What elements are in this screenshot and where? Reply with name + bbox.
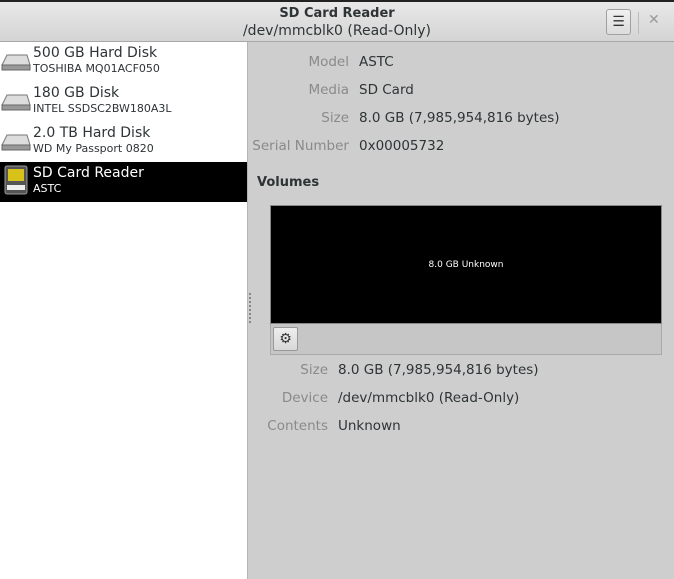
sd-card-icon: [4, 165, 28, 195]
volume-options-button[interactable]: ⚙: [273, 327, 298, 351]
separator: [638, 12, 639, 34]
drive-model: ASTC: [33, 182, 62, 195]
drive-item-sd-card[interactable]: SD Card Reader ASTC: [0, 162, 247, 202]
window-subtitle: /dev/mmcblk0 (Read-Only): [242, 23, 432, 39]
volume-size-label: Size: [300, 362, 328, 378]
contents-label: Contents: [267, 418, 328, 434]
serial-label: Serial Number: [252, 138, 349, 154]
title-bar: SD Card Reader /dev/mmcblk0 (Read-Only) …: [0, 0, 674, 42]
hard-disk-icon: [1, 94, 31, 111]
drive-model: TOSHIBA MQ01ACF050: [33, 62, 160, 75]
drive-name: 500 GB Hard Disk: [33, 45, 158, 61]
drive-model: INTEL SSDSC2BW180A3L: [33, 102, 172, 115]
drive-item-2tb[interactable]: 2.0 TB Hard Disk WD My Passport 0820: [0, 122, 247, 162]
volume-toolbar: ⚙: [270, 324, 662, 355]
drive-name: 180 GB Disk: [33, 85, 120, 101]
hard-disk-icon: [1, 54, 31, 71]
volumes-heading: Volumes: [257, 175, 320, 190]
volume-block-label: 8.0 GB Unknown: [428, 259, 504, 270]
size-label: Size: [321, 110, 349, 126]
device-value: /dev/mmcblk0 (Read-Only): [338, 390, 520, 406]
drive-model: WD My Passport 0820: [33, 142, 154, 155]
size-value: 8.0 GB (7,985,954,816 bytes): [359, 110, 560, 126]
drive-name: 2.0 TB Hard Disk: [33, 125, 151, 141]
drive-list: 500 GB Hard Disk TOSHIBA MQ01ACF050 180 …: [0, 42, 248, 579]
drive-details: Model ASTC Media SD Card Size 8.0 GB (7,985…: [249, 42, 674, 579]
hard-disk-icon: [1, 134, 31, 151]
window-title: SD Card Reader: [279, 6, 395, 21]
gear-icon: ⚙: [279, 331, 292, 347]
model-value: ASTC: [359, 54, 394, 70]
model-label: Model: [308, 54, 349, 70]
device-label: Device: [281, 390, 328, 406]
menu-button[interactable]: ☰: [606, 9, 631, 35]
volume-block[interactable]: 8.0 GB Unknown: [270, 205, 662, 324]
volume-size-value: 8.0 GB (7,985,954,816 bytes): [338, 362, 539, 378]
media-label: Media: [308, 82, 349, 98]
close-button[interactable]: ✕: [648, 12, 660, 28]
media-value: SD Card: [359, 82, 414, 98]
drive-item-500gb[interactable]: 500 GB Hard Disk TOSHIBA MQ01ACF050: [0, 42, 247, 82]
serial-value: 0x00005732: [359, 138, 445, 154]
hamburger-icon: ☰: [612, 14, 625, 30]
close-icon: ✕: [648, 12, 660, 28]
drive-name: SD Card Reader: [33, 165, 144, 181]
contents-value: Unknown: [338, 418, 401, 434]
drive-item-180gb[interactable]: 180 GB Disk INTEL SSDSC2BW180A3L: [0, 82, 247, 122]
